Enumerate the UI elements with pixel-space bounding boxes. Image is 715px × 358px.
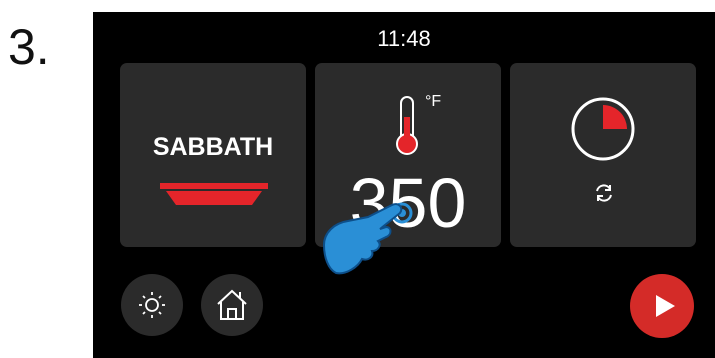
light-bulb-icon xyxy=(139,292,165,318)
home-button[interactable] xyxy=(201,274,263,336)
play-icon xyxy=(656,295,675,317)
light-button[interactable] xyxy=(121,274,183,336)
clock: 11:48 xyxy=(377,26,431,51)
temperature-unit: °F xyxy=(425,93,442,110)
thermometer-icon xyxy=(396,96,418,155)
baking-pan-icon xyxy=(160,183,268,205)
step-number: 3. xyxy=(8,19,50,75)
mode-tile[interactable]: SABBATH xyxy=(120,63,306,247)
oven-display-screen: 11:48 SABBATH °F 350 xyxy=(93,12,715,358)
start-button[interactable] xyxy=(630,274,694,338)
home-icon xyxy=(217,289,247,320)
refresh-icon[interactable] xyxy=(593,182,615,204)
touch-hand-icon xyxy=(322,202,413,275)
mode-label: SABBATH xyxy=(152,133,274,161)
timer-tile[interactable] xyxy=(510,63,696,247)
timer-icon xyxy=(571,97,635,161)
